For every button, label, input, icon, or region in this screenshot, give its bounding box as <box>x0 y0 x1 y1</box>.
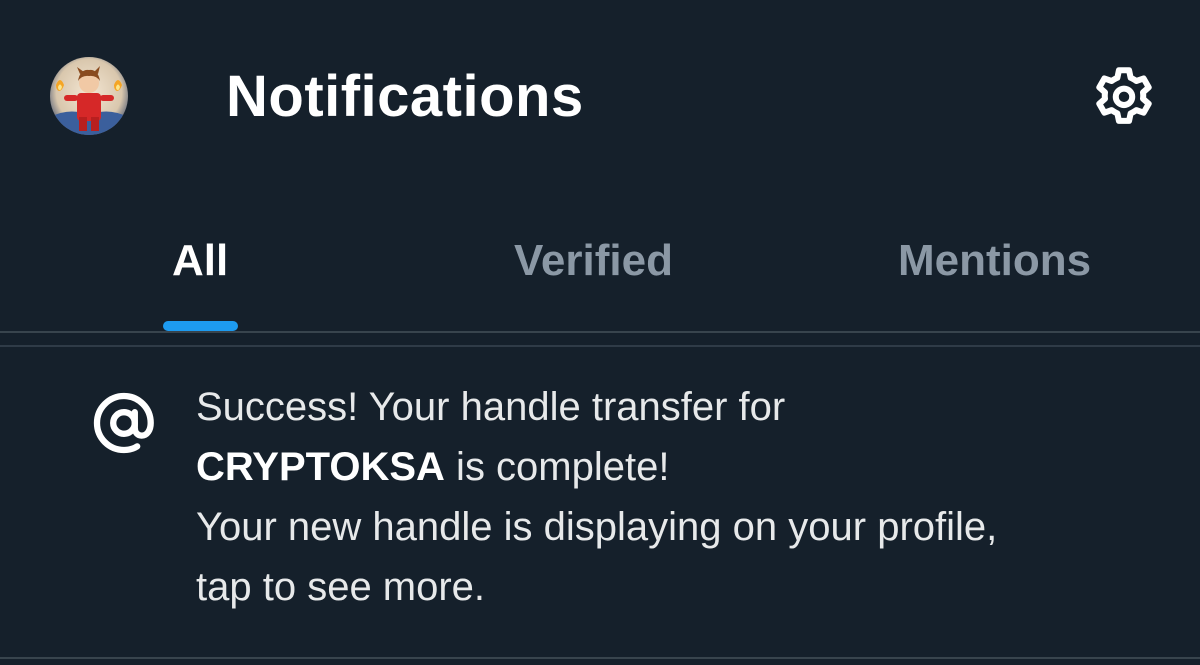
tab-mentions[interactable]: Mentions <box>800 200 1200 331</box>
message-line-3: Your new handle is displaying on your pr… <box>196 505 998 549</box>
tab-verified[interactable]: Verified <box>400 200 800 331</box>
header: Notifications <box>0 0 1200 200</box>
message-line-1: Success! Your handle transfer for <box>196 385 786 429</box>
handle-name: CRYPTOKSA <box>196 445 445 489</box>
notifications-screen: Notifications All Verified Mentions Succ… <box>0 0 1200 665</box>
user-avatar[interactable] <box>50 57 128 135</box>
at-sign-icon <box>88 387 160 459</box>
notification-message: Success! Your handle transfer for CRYPTO… <box>196 377 1186 617</box>
message-line-4: tap to see more. <box>196 565 486 609</box>
notification-tabs: All Verified Mentions <box>0 200 1200 333</box>
avatar-image <box>50 57 128 135</box>
active-tab-indicator <box>163 321 238 331</box>
settings-button[interactable] <box>1086 62 1162 138</box>
tab-verified-label: Verified <box>514 236 673 285</box>
tab-all[interactable]: All <box>100 200 300 331</box>
gear-icon <box>1096 67 1152 124</box>
tab-all-label: All <box>172 236 229 285</box>
notification-item[interactable]: Success! Your handle transfer for CRYPTO… <box>0 347 1200 659</box>
page-title: Notifications <box>226 64 584 129</box>
message-line-2-rest: is complete! <box>444 445 670 489</box>
tab-mentions-label: Mentions <box>898 236 1092 285</box>
section-divider <box>0 333 1200 347</box>
message-line-2: CRYPTOKSA is complete! <box>196 437 1186 497</box>
